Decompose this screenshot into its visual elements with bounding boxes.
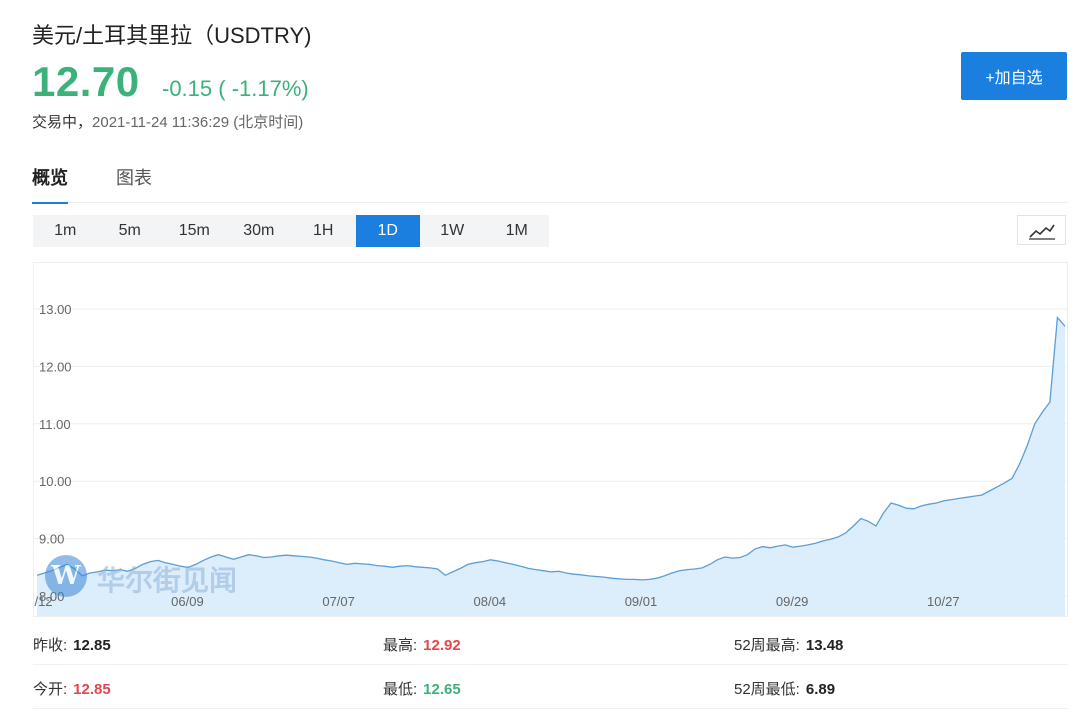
status-label: 交易中， [32, 114, 93, 131]
x-tick-label: 09/29 [776, 594, 809, 609]
x-tick-label: 08/04 [474, 594, 507, 609]
watermark-text: 华尔街见闻 [97, 564, 238, 597]
watermark: W 华尔街见闻 [45, 553, 255, 601]
price-change: -0.15 ( -1.17%) [162, 76, 309, 101]
add-watchlist-button[interactable]: +加自选 [961, 52, 1067, 100]
y-tick-label: 13.00 [39, 302, 72, 317]
low-value: 12.65 [423, 681, 461, 698]
tab-chart[interactable]: 图表 [116, 164, 152, 190]
trading-status: 交易中，2021-11-24 11:36:29 (北京时间) [32, 111, 303, 132]
period-1mo[interactable]: 1M [485, 215, 550, 247]
tab-overview[interactable]: 概览 [32, 164, 68, 204]
open-value: 12.85 [73, 681, 111, 698]
x-tick-label: 10/27 [927, 594, 960, 609]
stat-52w-high: 52周最高: 13.48 [734, 637, 844, 654]
high-value: 12.92 [423, 637, 461, 654]
x-tick-label: 09/01 [625, 594, 658, 609]
quote-page: 美元/土耳其里拉（USDTRY) 12.70 -0.15 ( -1.17%) 交… [0, 0, 1080, 714]
period-1h[interactable]: 1H [291, 215, 356, 247]
stats-row: 昨收: 12.85 最高: 12.92 52周最高: 13.48 [33, 620, 1068, 665]
stats-row: 今开: 12.85 最低: 12.65 52周最低: 6.89 [33, 664, 1068, 709]
stat-high: 最高: 12.92 [383, 637, 461, 654]
prev-close-value: 12.85 [73, 637, 111, 654]
y-tick-label: 10.00 [39, 474, 72, 489]
instrument-title: 美元/土耳其里拉（USDTRY) [32, 23, 312, 48]
chart-type-button[interactable] [1017, 215, 1066, 245]
y-tick-label: 12.00 [39, 359, 72, 374]
period-selector: 1m 5m 15m 30m 1H 1D 1W 1M [33, 215, 549, 247]
period-15m[interactable]: 15m [162, 215, 227, 247]
quote-timestamp: 2021-11-24 11:36:29 (北京时间) [92, 114, 304, 131]
stat-open: 今开: 12.85 [33, 681, 111, 698]
stat-low: 最低: 12.65 [383, 681, 461, 698]
period-1w[interactable]: 1W [420, 215, 485, 247]
wk52-low-value: 6.89 [805, 681, 836, 698]
x-tick-label: 07/07 [322, 594, 355, 609]
period-1m[interactable]: 1m [33, 215, 98, 247]
stat-prev-close: 昨收: 12.85 [33, 637, 111, 654]
period-5m[interactable]: 5m [98, 215, 163, 247]
y-tick-label: 11.00 [39, 417, 71, 432]
stat-52w-low: 52周最低: 6.89 [734, 681, 836, 698]
wk52-high-value: 13.48 [805, 637, 844, 654]
line-chart-icon [1029, 224, 1055, 240]
tab-bar: 概览 图表 [32, 162, 1068, 204]
wallstreetcn-logo: W [45, 555, 87, 597]
stats-panel: 昨收: 12.85 最高: 12.92 52周最高: 13.48 今开: 12.85 最… [33, 620, 1068, 712]
y-tick-label: 9.00 [39, 532, 64, 547]
period-30m[interactable]: 30m [227, 215, 292, 247]
period-1d[interactable]: 1D [355, 215, 420, 247]
current-price: 12.70 [32, 58, 140, 105]
